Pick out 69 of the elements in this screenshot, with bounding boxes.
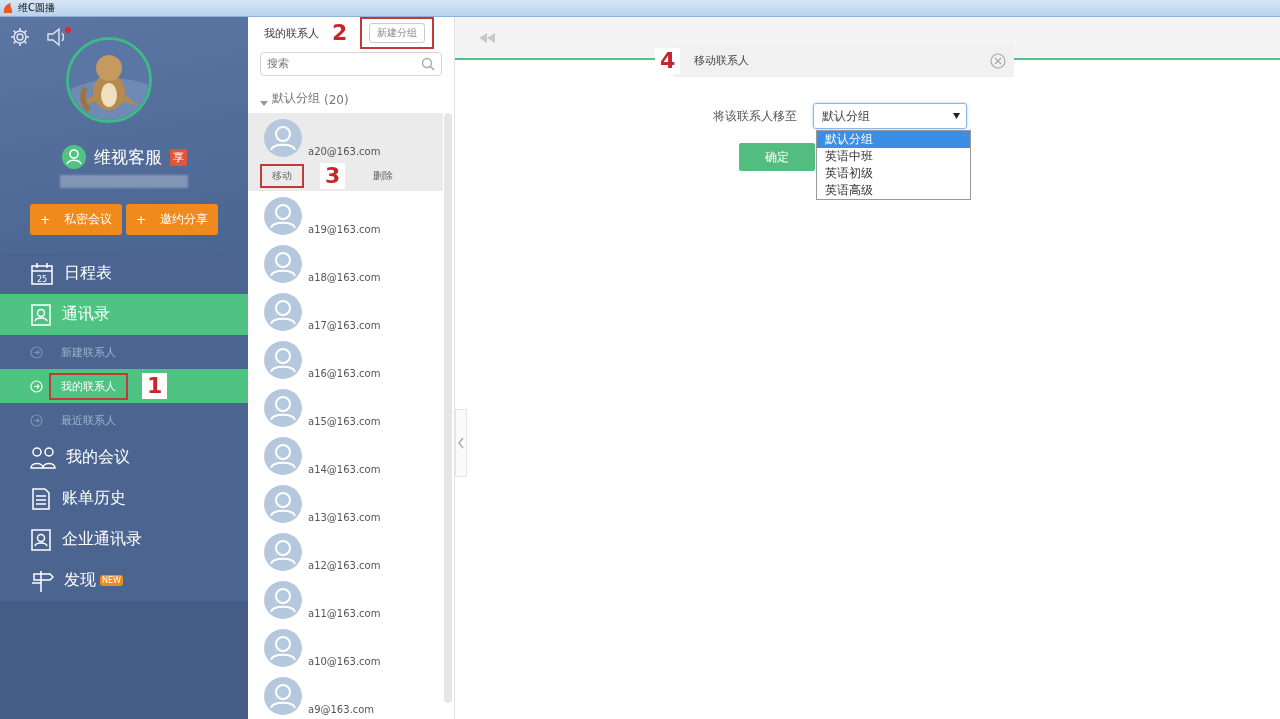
avatar-icon — [264, 677, 302, 715]
nav-item[interactable]: 发现 NEW — [0, 560, 248, 601]
chevron-left-icon — [458, 437, 464, 449]
calendar-icon: 25 — [30, 261, 54, 286]
user-name: 维视客服 — [93, 145, 162, 169]
contact-book-icon — [30, 527, 52, 552]
avatar-icon — [264, 485, 302, 523]
callout-number: 4 — [655, 47, 681, 74]
avatar-icon — [264, 245, 302, 283]
contact-email: a17@163.com — [308, 320, 381, 331]
contact-email: a15@163.com — [308, 416, 381, 427]
signpost-icon — [30, 568, 54, 593]
nav-item[interactable]: 我的会议 — [0, 437, 248, 478]
search-field[interactable]: 搜索 — [260, 51, 442, 76]
share-badge: 享 — [169, 148, 187, 166]
nav-item[interactable]: 账单历史 — [0, 478, 248, 519]
avatar-icon — [264, 437, 302, 475]
contact-book-icon — [30, 302, 52, 327]
avatar-icon — [264, 581, 302, 619]
group-select[interactable]: 默认分组 — [813, 103, 967, 129]
dialog-title: 移动联系人 — [694, 53, 751, 68]
avatar-icon — [264, 293, 302, 331]
contact-email: a12@163.com — [308, 560, 381, 571]
avatar-icon — [264, 629, 302, 667]
collapse-handle[interactable] — [455, 409, 467, 477]
nav-item[interactable]: 企业通讯录 — [0, 519, 248, 560]
contact-action-button[interactable]: 移动 — [260, 164, 304, 188]
contact-email: a16@163.com — [308, 368, 381, 379]
nav-item[interactable]: 25 日程表 — [0, 253, 248, 294]
callout-number: 3 — [320, 163, 346, 189]
app-icon — [2, 2, 14, 14]
contact-action-button[interactable]: 删除 — [361, 164, 406, 188]
avatar-icon — [264, 119, 302, 157]
speaker-icon[interactable] — [46, 26, 72, 48]
caret-icon — [953, 113, 960, 119]
contact-email: a11@163.com — [308, 608, 381, 619]
avatar-icon — [264, 197, 302, 235]
contact-email: a9@163.com — [308, 704, 375, 715]
arrow-circle-icon — [30, 345, 43, 359]
scrollbar[interactable] — [444, 113, 452, 703]
group-header[interactable]: 默认分组 (20) — [248, 75, 454, 113]
contact-email: a20@163.com — [308, 146, 381, 157]
nav-subitem[interactable]: 我的联系人 1 — [0, 369, 248, 403]
document-icon — [30, 486, 52, 511]
window-title: 维C圆播 — [18, 1, 55, 15]
people-icon — [30, 445, 56, 470]
new-group-button[interactable]: 新建分组 — [369, 23, 426, 44]
contact-row[interactable]: a20@163.com 移动 3 删除 — [248, 113, 443, 191]
dropdown-option[interactable]: 默认分组 — [817, 131, 970, 148]
field-label: 将该联系人移至 — [713, 107, 797, 125]
contact-email: a19@163.com — [308, 224, 381, 235]
contact-email: a14@163.com — [308, 464, 381, 475]
new-badge: NEW — [100, 575, 123, 586]
search-icon — [421, 56, 435, 71]
callout-number: 1 — [142, 373, 168, 399]
arrow-circle-icon — [30, 413, 43, 427]
contact-email: a18@163.com — [308, 272, 381, 283]
caret-icon — [260, 99, 268, 107]
user-icon — [61, 145, 86, 169]
avatar-icon — [264, 341, 302, 379]
settings-icon[interactable] — [10, 27, 30, 47]
avatar-icon — [264, 533, 302, 571]
back-icon[interactable] — [479, 32, 495, 43]
avatar-icon — [264, 389, 302, 427]
panel-title: 我的联系人 — [264, 26, 319, 41]
close-icon[interactable] — [990, 52, 1006, 69]
contact-email: a13@163.com — [308, 512, 381, 523]
contact-email: a10@163.com — [308, 656, 381, 667]
arrow-circle-icon — [30, 379, 43, 393]
